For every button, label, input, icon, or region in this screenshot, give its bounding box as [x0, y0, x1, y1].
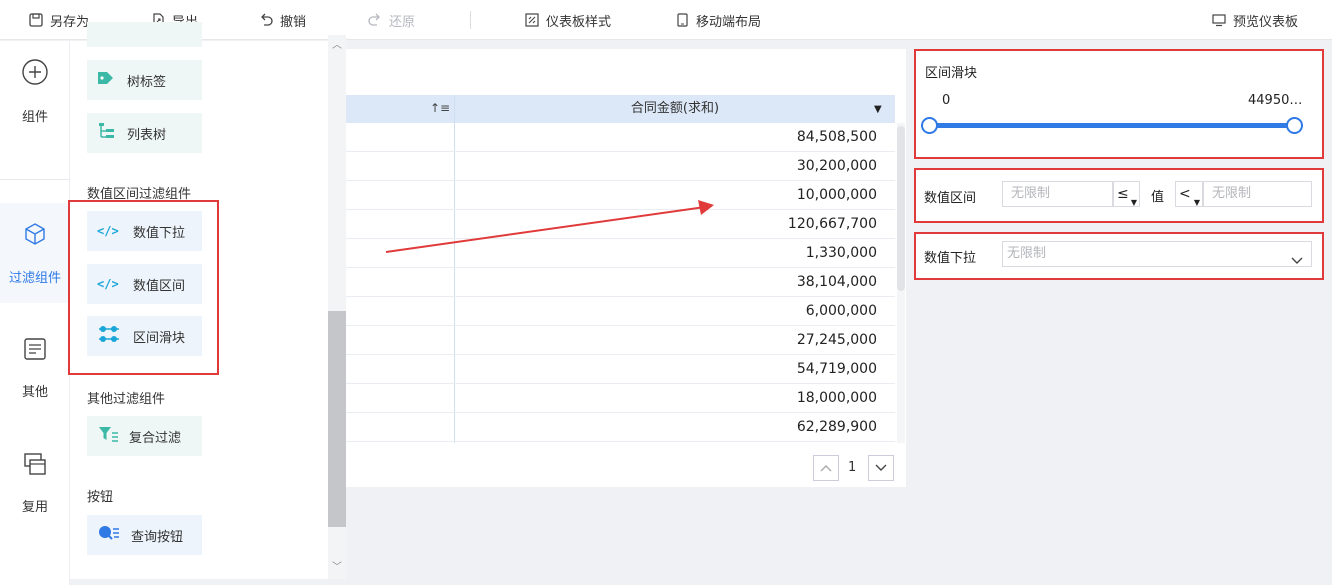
partial-component-button[interactable]	[87, 22, 202, 47]
funnel-icon	[97, 425, 119, 447]
annotation-arrow	[385, 200, 714, 253]
rail-label-reuse: 复用	[21, 499, 48, 515]
save-as-button[interactable]: 另存为	[28, 0, 89, 40]
contract-amount-cell: 120,667,700	[787, 216, 877, 232]
cube-icon	[22, 221, 48, 251]
scroll-up-icon[interactable]: ︿	[331, 41, 343, 51]
undo-button[interactable]: 撤销	[258, 0, 306, 40]
contract-amount-cell: 10,000,000	[796, 187, 877, 203]
contract-amount-cell: 54,719,000	[796, 361, 877, 377]
undo-label: 撤销	[280, 14, 307, 30]
highlight-box-dropdown	[914, 232, 1324, 280]
table-row[interactable]: 38,104,000	[346, 268, 895, 297]
list-tree-label: 列表树	[127, 127, 167, 143]
plus-circle-icon	[21, 58, 49, 90]
table-row[interactable]: 18,000,000	[346, 384, 895, 413]
contract-amount-cell: 18,000,000	[796, 390, 877, 406]
search-list-icon	[97, 524, 121, 546]
save-as-label: 另存为	[50, 14, 90, 30]
contract-amount-cell: 84,508,500	[796, 129, 877, 145]
toolbar-divider	[470, 11, 471, 29]
scroll-down-icon[interactable]: ﹀	[331, 563, 343, 573]
contract-amount-cell: 6,000,000	[805, 303, 877, 319]
mobile-icon	[674, 12, 690, 28]
highlight-box-range	[914, 168, 1324, 223]
table-scrollbar[interactable]	[897, 123, 905, 443]
tree-list-icon	[97, 122, 117, 144]
tree-tag-button[interactable]: 树标签	[87, 60, 202, 100]
panel-scroll-thumb[interactable]	[328, 311, 346, 527]
table-row[interactable]: 6,000,000	[346, 297, 895, 326]
rail-divider	[0, 179, 70, 180]
dashboard-style-label: 仪表板样式	[546, 14, 612, 30]
contract-amount-cell: 27,245,000	[796, 332, 877, 348]
dashboard-style-button[interactable]: 仪表板样式	[524, 0, 611, 40]
redo-icon	[367, 12, 383, 28]
page-number: 1	[848, 460, 857, 475]
rail-item-filter[interactable]: 过滤组件	[0, 203, 70, 303]
document-icon	[23, 337, 47, 365]
sort-ascending-icon[interactable]: ↑≡	[430, 101, 450, 115]
table-row[interactable]: 62,289,900	[346, 413, 895, 442]
table-row[interactable]: 84,508,500	[346, 123, 895, 152]
panel-scrollbar[interactable]: ︿ ﹀	[328, 35, 346, 579]
redo-button[interactable]: 还原	[367, 0, 415, 40]
query-button-component[interactable]: 查询按钮	[87, 515, 202, 555]
tree-tag-label: 树标签	[127, 74, 167, 90]
highlight-box-numeric-components	[68, 200, 219, 375]
chevron-down-icon	[875, 461, 887, 476]
rail-item-other[interactable]: 其他	[0, 318, 70, 418]
compound-filter-button[interactable]: 复合过滤	[87, 416, 202, 456]
save-icon	[28, 12, 44, 28]
table-scroll-thumb[interactable]	[897, 126, 905, 291]
rail-label-other: 其他	[21, 384, 48, 400]
mobile-layout-button[interactable]: 移动端布局	[674, 0, 761, 40]
style-icon	[524, 12, 540, 28]
monitor-icon	[1211, 12, 1227, 28]
column-header-contract-amount[interactable]: 合同金额(求和)	[455, 95, 895, 123]
contract-amount-cell: 1,330,000	[805, 245, 877, 261]
list-tree-button[interactable]: 列表树	[87, 113, 202, 153]
rail-label-components: 组件	[21, 109, 48, 125]
undo-icon	[258, 12, 274, 28]
contract-amount-cell: 38,104,000	[796, 274, 877, 290]
redo-label: 还原	[389, 14, 416, 30]
chevron-up-icon	[820, 461, 832, 476]
rail-item-reuse[interactable]: 复用	[0, 433, 70, 533]
left-rail: 组件 过滤组件 其他 复用	[0, 41, 70, 585]
mobile-layout-label: 移动端布局	[696, 14, 762, 30]
highlight-box-slider	[914, 49, 1324, 159]
table-row[interactable]: 54,719,000	[346, 355, 895, 384]
preview-dashboard-button[interactable]: 预览仪表板	[1211, 0, 1298, 40]
rail-item-components[interactable]: 组件	[0, 41, 70, 141]
rail-label-filter: 过滤组件	[8, 270, 61, 286]
contract-amount-cell: 30,200,000	[796, 158, 877, 174]
table-row[interactable]: 30,200,000	[346, 152, 895, 181]
tag-icon	[97, 70, 117, 90]
copy-icon	[23, 452, 47, 480]
query-button-label: 查询按钮	[131, 529, 184, 545]
other-filter-section-title: 其他过滤组件	[87, 392, 166, 407]
page-prev-button[interactable]	[813, 455, 839, 481]
dropdown-caret-icon[interactable]: ▼	[874, 104, 882, 115]
table-row[interactable]: 27,245,000	[346, 326, 895, 355]
contract-amount-cell: 62,289,900	[796, 419, 877, 435]
preview-label: 预览仪表板	[1233, 14, 1299, 30]
page-next-button[interactable]	[868, 455, 894, 481]
compound-filter-label: 复合过滤	[129, 430, 182, 446]
button-section-title: 按钮	[87, 490, 114, 505]
